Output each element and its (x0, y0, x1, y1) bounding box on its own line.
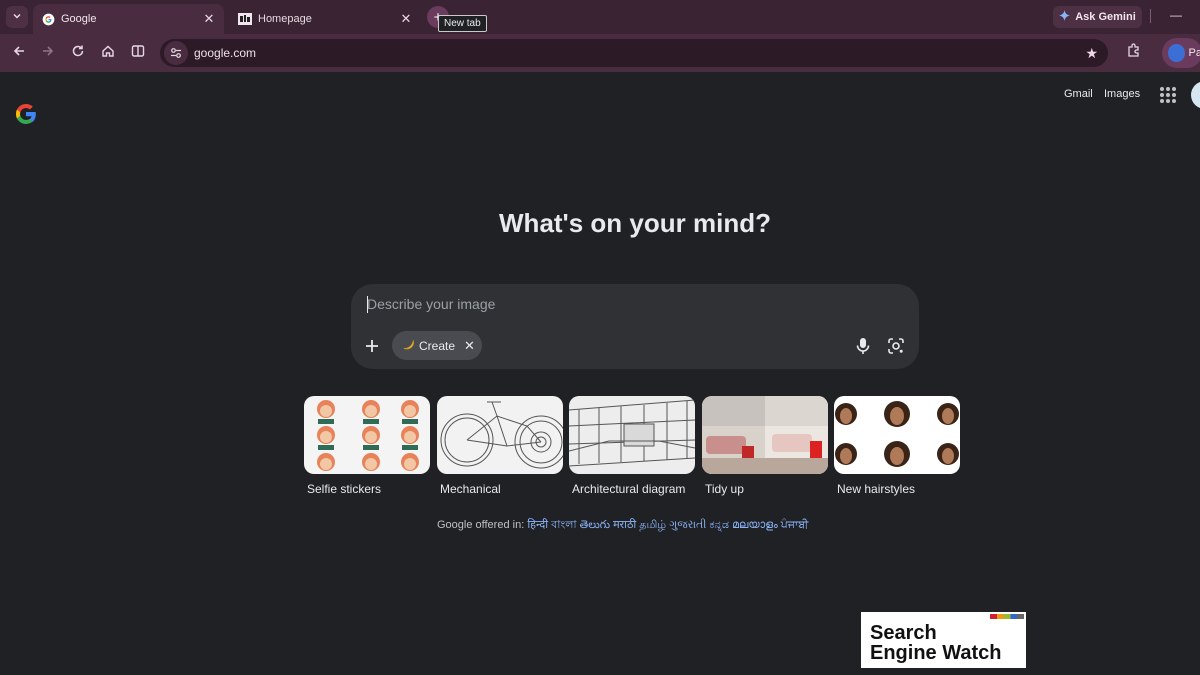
ask-gemini-button[interactable]: Ask Gemini (1053, 6, 1142, 28)
site-settings-icon[interactable] (164, 41, 188, 65)
split-view-button[interactable] (127, 42, 149, 64)
google-logo-icon[interactable] (14, 102, 38, 131)
close-icon[interactable]: ✕ (464, 338, 475, 354)
google-lens-icon[interactable] (886, 336, 906, 361)
tab-google[interactable]: Google ✕ (33, 4, 224, 34)
divider (1150, 9, 1151, 23)
close-icon[interactable]: ✕ (202, 11, 216, 26)
text-caret (367, 296, 368, 313)
suggestion-image (304, 396, 430, 474)
gmail-link[interactable]: Gmail (1064, 88, 1093, 100)
suggestion-card[interactable]: Architectural diagram (569, 396, 695, 496)
address-bar[interactable]: google.com ★ (160, 39, 1108, 67)
search-engine-watch-logo: Search Engine Watch (861, 612, 1026, 668)
profile-label: Pa (1188, 47, 1200, 59)
suggestion-label: Tidy up (705, 482, 744, 496)
page-title: What's on your mind? (499, 208, 771, 238)
search-input[interactable]: Describe your image (367, 296, 495, 312)
google-apps-icon[interactable] (1160, 87, 1176, 103)
avatar (1168, 44, 1185, 62)
account-avatar[interactable] (1191, 81, 1200, 109)
close-icon[interactable]: ✕ (399, 11, 413, 26)
arrow-left-icon (12, 44, 26, 63)
suggestion-image (702, 396, 828, 474)
home-icon (101, 44, 115, 63)
url-text: google.com (194, 46, 257, 60)
forward-button[interactable] (37, 42, 59, 64)
reload-icon (71, 44, 85, 63)
suggestion-card[interactable]: Tidy up (702, 396, 828, 496)
tab-homepage[interactable]: Homepage ✕ (230, 4, 421, 34)
logo-color-bars (990, 614, 1024, 619)
chevron-down-icon (12, 8, 22, 26)
add-button[interactable] (361, 335, 383, 357)
suggestion-label: New hairstyles (837, 482, 916, 496)
reload-button[interactable] (67, 42, 89, 64)
home-button[interactable] (97, 42, 119, 64)
tab-strip: Google ✕ Homepage ✕ + New tab Ask Gemini… (0, 0, 1200, 34)
arrow-right-icon (41, 44, 55, 63)
suggestion-image (437, 396, 563, 474)
profile-button[interactable]: Pa (1162, 38, 1200, 68)
google-favicon-icon (41, 12, 55, 26)
suggestion-card[interactable]: New hairstyles (834, 396, 960, 496)
puzzle-icon (1126, 43, 1141, 63)
suggestion-image (834, 396, 960, 474)
banana-icon (401, 337, 416, 355)
watermark-line1: Search (870, 622, 937, 644)
microphone-icon[interactable] (853, 336, 873, 361)
homepage-favicon-icon (238, 12, 252, 26)
tab-title: Google (61, 13, 97, 25)
ask-gemini-label: Ask Gemini (1075, 11, 1136, 23)
tab-title: Homepage (258, 13, 312, 25)
suggestion-label: Mechanical (440, 482, 501, 496)
suggestion-card[interactable]: Mechanical (437, 396, 563, 496)
browser-toolbar: google.com ★ Pa (0, 34, 1200, 72)
tab-search-button[interactable] (6, 6, 28, 28)
minimize-button[interactable]: — (1166, 8, 1186, 24)
create-chip-label: Create (419, 338, 456, 353)
language-offer: Google offered in: हिन्दी বাংলা తెలుగు म… (437, 516, 808, 535)
images-link[interactable]: Images (1104, 88, 1140, 100)
suggestion-label: Selfie stickers (307, 482, 382, 496)
gemini-sparkle-icon (1059, 10, 1071, 24)
suggestion-label: Architectural diagram (572, 482, 686, 496)
extensions-button[interactable] (1122, 42, 1144, 64)
create-chip[interactable]: Create ✕ (392, 331, 482, 360)
watermark-line2: Engine Watch (870, 642, 1002, 664)
search-box[interactable]: Describe your image Create ✕ (351, 284, 919, 369)
language-links[interactable]: हिन्दी বাংলা తెలుగు मराठी தமிழ் ગુજરાતી … (527, 519, 808, 531)
new-tab-tooltip: New tab (438, 15, 487, 32)
offered-in-label: Google offered in: (437, 519, 525, 531)
suggestion-image (569, 396, 695, 474)
back-button[interactable] (8, 42, 30, 64)
suggestion-card[interactable]: Selfie stickers (304, 396, 430, 496)
split-view-icon (131, 44, 145, 63)
bookmark-star-icon[interactable]: ★ (1085, 45, 1098, 62)
